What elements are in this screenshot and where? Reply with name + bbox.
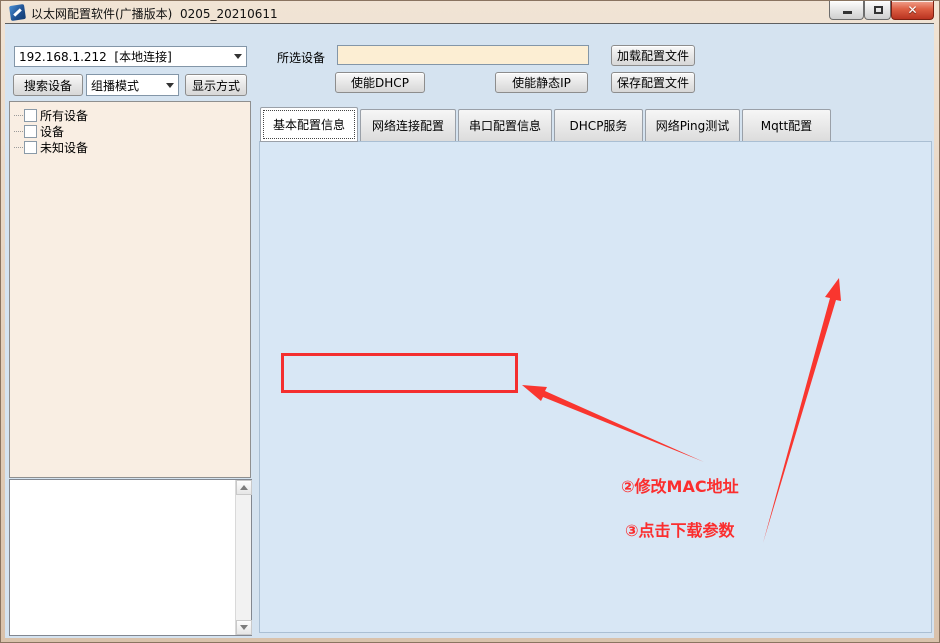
broadcast-mode-value: 组播模式 bbox=[87, 77, 162, 94]
scroll-up-button[interactable] bbox=[236, 480, 252, 495]
scroll-down-icon bbox=[240, 625, 248, 630]
tree-connector bbox=[14, 131, 23, 132]
network-adapter-select[interactable]: 192.168.1.212 [本地连接] bbox=[14, 46, 247, 67]
load-config-button[interactable]: 加载配置文件 bbox=[611, 45, 695, 66]
tab-ping-test[interactable]: 网络Ping测试 bbox=[645, 109, 740, 142]
tree-item-all-devices[interactable]: 所有设备 bbox=[14, 107, 248, 123]
tab-page-basic-config bbox=[259, 141, 932, 633]
close-icon: ✕ bbox=[892, 3, 933, 17]
app-window: 以太网配置软件(广播版本) 0205_20210611 ✕ 192.168.1.… bbox=[0, 0, 940, 643]
search-device-button[interactable]: 搜索设备 bbox=[13, 74, 83, 96]
minimize-icon bbox=[843, 11, 852, 14]
checkbox-devices[interactable] bbox=[24, 125, 37, 138]
broadcast-mode-select[interactable]: 组播模式 bbox=[86, 74, 179, 96]
tab-basic-config[interactable]: 基本配置信息 bbox=[260, 107, 358, 142]
tree-connector bbox=[14, 115, 23, 116]
chevron-down-icon[interactable] bbox=[230, 47, 246, 66]
annotation-step2: ②修改MAC地址 bbox=[621, 473, 739, 497]
device-tree: 所有设备 设备 未知设备 bbox=[9, 101, 251, 478]
enable-dhcp-button[interactable]: 使能DHCP bbox=[335, 72, 425, 93]
display-mode-button[interactable]: 显示方式 bbox=[185, 74, 247, 96]
selected-device-label: 所选设备 bbox=[277, 49, 325, 66]
tree-item-label: 设备 bbox=[40, 123, 64, 140]
scroll-down-button[interactable] bbox=[236, 620, 252, 635]
tab-network-connect[interactable]: 网络连接配置 bbox=[360, 109, 456, 142]
log-scrollbar[interactable] bbox=[235, 480, 251, 635]
log-listbox[interactable] bbox=[9, 479, 252, 636]
tree-connector bbox=[14, 147, 23, 148]
maximize-button[interactable] bbox=[864, 1, 891, 20]
save-config-button[interactable]: 保存配置文件 bbox=[611, 72, 695, 93]
minimize-button[interactable] bbox=[829, 1, 864, 20]
window-title: 以太网配置软件(广播版本) 0205_20210611 bbox=[31, 5, 278, 22]
maximize-icon bbox=[874, 6, 883, 14]
app-icon bbox=[9, 4, 26, 21]
close-button[interactable]: ✕ bbox=[891, 1, 934, 20]
tree-item-unknown-devices[interactable]: 未知设备 bbox=[14, 139, 248, 155]
tab-dhcp-service[interactable]: DHCP服务 bbox=[554, 109, 643, 142]
titlebar: 以太网配置软件(广播版本) 0205_20210611 ✕ bbox=[1, 1, 940, 23]
checkbox-all-devices[interactable] bbox=[24, 109, 37, 122]
annotation-step3: ③点击下载参数 bbox=[625, 517, 735, 541]
tree-item-label: 未知设备 bbox=[40, 139, 88, 156]
chevron-down-icon[interactable] bbox=[162, 75, 178, 95]
tab-mqtt-config[interactable]: Mqtt配置 bbox=[742, 109, 831, 142]
scroll-up-icon bbox=[240, 485, 248, 490]
tab-serial-config[interactable]: 串口配置信息 bbox=[458, 109, 552, 142]
checkbox-unknown-devices[interactable] bbox=[24, 141, 37, 154]
tree-item-devices[interactable]: 设备 bbox=[14, 123, 248, 139]
tree-item-label: 所有设备 bbox=[40, 107, 88, 124]
selected-device-input[interactable] bbox=[337, 45, 589, 65]
network-adapter-value: 192.168.1.212 [本地连接] bbox=[15, 48, 230, 65]
enable-static-ip-button[interactable]: 使能静态IP bbox=[495, 72, 588, 93]
